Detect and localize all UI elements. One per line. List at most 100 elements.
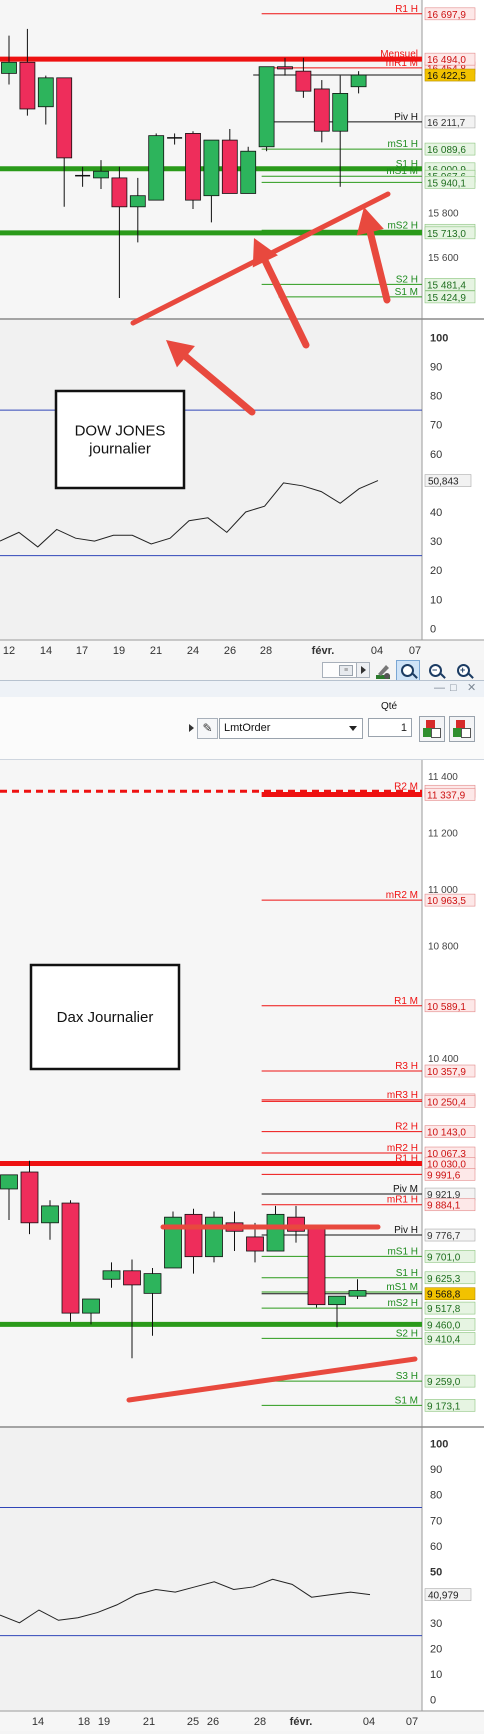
candle-up: [148, 135, 165, 201]
level-value: 10 589,1: [427, 1002, 466, 1013]
level-value: 15 481,4: [427, 280, 466, 291]
candle-up: [240, 150, 257, 194]
level-label: S2 H: [396, 274, 418, 285]
candle-down: [246, 1236, 264, 1252]
candle-down: [307, 1228, 326, 1306]
rsi-tick-label: 0: [430, 1695, 436, 1707]
level-value: 15 940,1: [427, 178, 466, 189]
time-tick-label: 18: [78, 1716, 90, 1728]
candle-down: [19, 61, 36, 110]
order-type-value: LmtOrder: [224, 722, 271, 734]
level-label: mR1 H: [387, 1195, 418, 1206]
candle-up: [1, 61, 17, 74]
level-value: 16 211,7: [427, 118, 466, 129]
candle-up: [205, 1216, 223, 1258]
level-value: 11 337,9: [427, 790, 466, 801]
dow-jones-chart-panel: 16 494,015 80015 600R1 H16 697,9mR1 M16 …: [0, 0, 484, 684]
candle-down: [185, 133, 201, 201]
candle-down: [184, 1213, 203, 1258]
level-value: 9 410,4: [427, 1334, 461, 1345]
level-label: Piv H: [394, 112, 418, 123]
time-tick-label: 28: [254, 1716, 266, 1728]
chart-title-box: [54, 389, 186, 490]
level-label: mR2 M: [386, 890, 418, 901]
window-title-strip: — □ ✕: [0, 680, 484, 698]
dow-jones-chart-svg: 16 494,015 80015 600R1 H16 697,9mR1 M16 …: [0, 0, 484, 660]
close-icon[interactable]: ✕: [467, 682, 476, 694]
level-value: 9 568,8: [427, 1290, 461, 1301]
level-label: mR2 H: [387, 1143, 418, 1154]
level-label: R2 H: [395, 1122, 418, 1133]
wrench-icon[interactable]: ✎: [197, 718, 218, 739]
candle-down: [56, 77, 73, 159]
minimize-icon[interactable]: —: [434, 682, 445, 694]
level-value: 9 991,6: [427, 1170, 461, 1181]
order-bar: ✎ LmtOrder Qté 1: [0, 697, 484, 760]
candle-up: [37, 77, 54, 108]
time-tick-label: 21: [150, 645, 162, 657]
rsi-tick-label: 70: [430, 1515, 442, 1527]
level-label: mS1 M: [386, 1282, 418, 1293]
scroll-right-arrow[interactable]: [356, 663, 369, 677]
qty-label: Qté: [381, 701, 398, 712]
dax-chart-svg: 11 40011 20011 00010 80010 40010 000R2 M…: [0, 760, 484, 1731]
rsi-tick-label: 100: [430, 1438, 448, 1450]
level-value: 10 143,0: [427, 1128, 466, 1139]
level-label: mS1 H: [387, 139, 418, 150]
level-value: 9 173,1: [427, 1401, 461, 1412]
sell-order-button[interactable]: [449, 716, 475, 742]
qty-input[interactable]: 1: [368, 718, 412, 737]
level-label: Piv H: [394, 1225, 418, 1236]
expand-arrow-icon[interactable]: [189, 724, 194, 732]
level-label: S3 H: [396, 1371, 418, 1382]
rsi-tick-label: 20: [430, 1643, 442, 1655]
rsi-tick-label: 70: [430, 420, 442, 432]
time-tick-label: févr.: [312, 645, 335, 657]
level-value: 15 424,9: [427, 293, 466, 304]
candle-up: [93, 170, 109, 179]
rsi-tick-label: 0: [430, 623, 436, 635]
level-label: R1 H: [395, 4, 418, 15]
level-value: 16 697,9: [427, 10, 466, 21]
chart-toolbar: ≡ − +: [0, 660, 484, 684]
candle-up: [129, 195, 146, 208]
time-tick-label: 19: [113, 645, 125, 657]
candle-down: [61, 1202, 80, 1314]
candle-down: [111, 177, 128, 208]
zoom-in-icon: +: [457, 664, 470, 677]
level-label: mS2 H: [387, 220, 418, 231]
level-value: 16 089,6: [427, 145, 466, 156]
time-tick-label: 26: [224, 645, 236, 657]
candle-up: [41, 1205, 59, 1224]
buy-order-button[interactable]: [419, 716, 445, 742]
level-label: mR3 H: [387, 1090, 418, 1101]
candle-up: [203, 139, 220, 197]
time-tick-label: 21: [143, 1716, 155, 1728]
rsi-tick-label: 90: [430, 1464, 442, 1476]
scrollbar-grip[interactable]: ≡: [339, 665, 353, 676]
time-tick-label: 04: [371, 645, 383, 657]
level-value: 9 701,0: [427, 1252, 461, 1263]
restore-icon[interactable]: □: [450, 682, 457, 694]
order-type-select[interactable]: LmtOrder: [219, 718, 363, 739]
level-value: 9 776,7: [427, 1231, 461, 1242]
candle-up: [102, 1270, 121, 1280]
level-label: S2 H: [396, 1328, 418, 1339]
sell-order-doc-icon: [461, 728, 471, 738]
time-tick-label: 04: [363, 1716, 375, 1728]
chart-scrollbar[interactable]: ≡: [322, 662, 370, 678]
price-tick-label: 10 400: [428, 1054, 459, 1065]
level-value: 9 460,0: [427, 1320, 461, 1331]
candle-up: [82, 1298, 100, 1314]
level-label: S1 H: [396, 1268, 418, 1279]
level-value: 16 494,0: [427, 55, 466, 66]
rsi-value: 40,979: [428, 1591, 459, 1602]
candle-down: [123, 1270, 141, 1286]
time-tick-label: 12: [3, 645, 15, 657]
candle-down: [20, 1171, 39, 1224]
level-value: 9 259,0: [427, 1377, 461, 1388]
rsi-tick-label: 60: [430, 1541, 442, 1553]
rsi-tick-label: 40: [430, 507, 442, 519]
time-tick-label: 26: [207, 1716, 219, 1728]
level-value: 16 422,5: [427, 71, 466, 82]
